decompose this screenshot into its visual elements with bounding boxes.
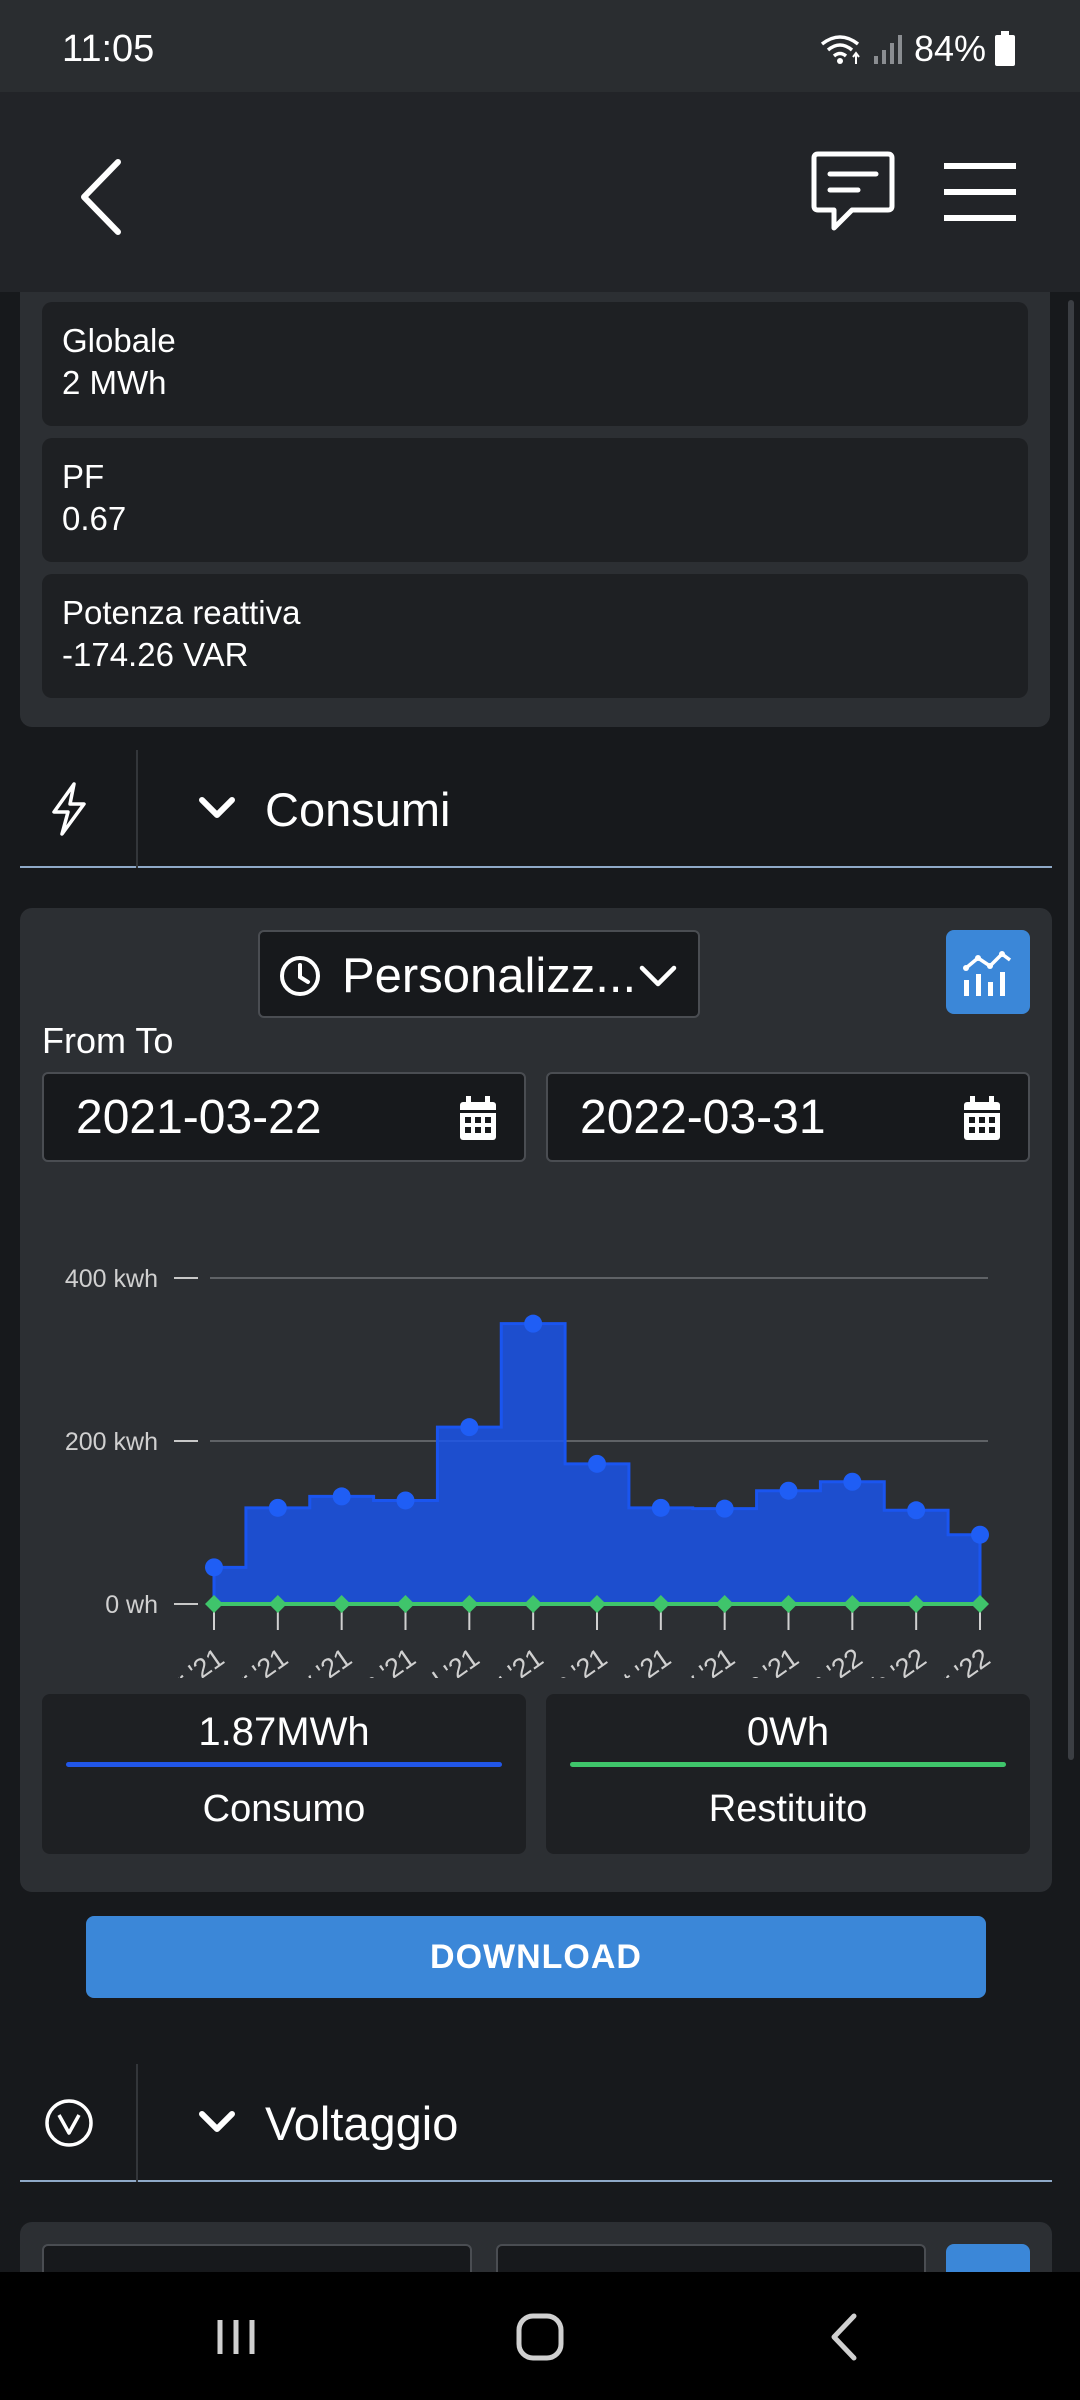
consumo-point [843, 1472, 862, 1491]
signal-icon [873, 35, 902, 64]
section-divider [136, 2064, 138, 2182]
info-label: PF [62, 458, 105, 495]
total-restituito-card[interactable]: 0Wh Restituito [546, 1694, 1030, 1854]
from-date-value: 2021-03-22 [76, 1091, 322, 1144]
menu-button[interactable] [940, 152, 1020, 232]
info-card-potenza-reattiva: Potenza reattiva -174.26 VAR [42, 574, 1028, 698]
voltaggio-panel [20, 2222, 1052, 2272]
total-restituito-label: Restituito [708, 1788, 868, 1830]
consumo-point [779, 1481, 798, 1500]
consumo-point [651, 1498, 670, 1517]
period-select-value: Personalizz... [342, 949, 637, 1003]
y-tick-label: 0 wh [105, 1591, 158, 1619]
info-panel: Globale 2 MWh PF 0.67 Potenza reattiva -… [20, 292, 1050, 727]
info-label: Globale [62, 322, 176, 359]
consumo-point [396, 1491, 415, 1510]
system-back-button[interactable] [804, 2302, 884, 2372]
battery-icon [995, 31, 1015, 66]
recent-apps-button[interactable] [196, 2302, 276, 2372]
chat-button[interactable] [808, 148, 898, 238]
restituito-legend-line [570, 1762, 1006, 1767]
battery-percent: 84% [913, 28, 986, 69]
total-consumo-value: 1.87MWh [198, 1710, 370, 1754]
clock-icon [280, 956, 320, 996]
total-consumo-card[interactable]: 1.87MWh Consumo [42, 1694, 526, 1854]
period-select[interactable]: Personalizz... [258, 930, 700, 1018]
x-tick-label: Mar '21 [139, 1642, 229, 1678]
content-scroll[interactable]: Globale 2 MWh PF 0.67 Potenza reattiva -… [0, 292, 1080, 2272]
download-button[interactable]: DOWNLOAD [86, 1916, 986, 1998]
lightning-icon [52, 782, 86, 836]
chevron-down-icon [199, 797, 235, 818]
info-value: -174.26 VAR [62, 636, 249, 673]
consumo-point [460, 1418, 479, 1437]
chevron-down-icon [199, 2111, 235, 2132]
scrollbar[interactable] [1068, 300, 1074, 1760]
home-button[interactable] [500, 2302, 580, 2372]
voltaggio-period-select[interactable] [42, 2244, 472, 2272]
from-to-label: From To [42, 1020, 174, 1061]
consumo-point [715, 1499, 734, 1518]
consumo-point [588, 1454, 606, 1473]
app-bar [0, 92, 1080, 292]
section-title: Voltaggio [265, 2097, 459, 2150]
consumo-point [332, 1487, 351, 1506]
status-icons: 84% [820, 28, 1016, 70]
y-tick-label: 200 kwh [65, 1428, 158, 1456]
y-tick-label: 400 kwh [65, 1265, 158, 1293]
to-date-field[interactable]: 2022-03-31 [546, 1072, 1030, 1162]
from-date-field[interactable]: 2021-03-22 [42, 1072, 526, 1162]
total-restituito-value: 0Wh [746, 1710, 830, 1754]
consumo-point [907, 1501, 926, 1520]
consumo-point [524, 1314, 543, 1333]
system-nav-bar [0, 2272, 1080, 2400]
x-tick-label: Jul '21 [404, 1642, 484, 1678]
to-date-value: 2022-03-31 [580, 1091, 826, 1144]
info-value: 0.67 [62, 500, 127, 537]
chevron-left-icon [81, 159, 121, 235]
voltage-icon [45, 2099, 93, 2147]
section-header-voltaggio[interactable]: Voltaggio [20, 2064, 1052, 2182]
status-time: 11:05 [62, 28, 155, 70]
info-card-globale: Globale 2 MWh [42, 302, 1028, 426]
section-title: Consumi [265, 783, 451, 836]
consumo-point [205, 1558, 223, 1577]
back-arrow-icon [831, 2313, 857, 2361]
section-divider [136, 750, 138, 868]
back-button[interactable] [70, 152, 140, 242]
consumo-point [268, 1498, 287, 1517]
consumo-point [971, 1525, 989, 1544]
total-consumo-label: Consumo [202, 1788, 366, 1830]
info-value: 2 MWh [62, 364, 167, 401]
consumi-panel: Personalizz... From To 2021-03-22 2022-0… [20, 908, 1052, 1892]
wifi-icon [820, 35, 860, 64]
hamburger-icon [944, 163, 1016, 221]
chart-type-button[interactable] [946, 930, 1030, 1014]
status-bar: 11:05 84% [0, 0, 1080, 92]
chevron-down-icon [639, 965, 677, 987]
section-header-consumi[interactable]: Consumi [20, 750, 1052, 868]
calendar-icon[interactable] [456, 1094, 500, 1142]
chat-icon [811, 151, 895, 231]
voltaggio-chart-type-button[interactable] [946, 2244, 1030, 2272]
recent-apps-icon [217, 2320, 255, 2354]
calendar-icon[interactable] [960, 1094, 1004, 1142]
consumo-legend-line [66, 1762, 502, 1767]
voltaggio-date-field[interactable] [496, 2244, 926, 2272]
info-card-pf: PF 0.67 [42, 438, 1028, 562]
info-label: Potenza reattiva [62, 594, 301, 631]
chart-icon [963, 951, 1012, 996]
consumption-chart[interactable]: 0 wh200 kwh400 kwhMar '21Apr '21May '21J… [20, 1178, 1052, 1678]
home-icon [516, 2313, 564, 2361]
